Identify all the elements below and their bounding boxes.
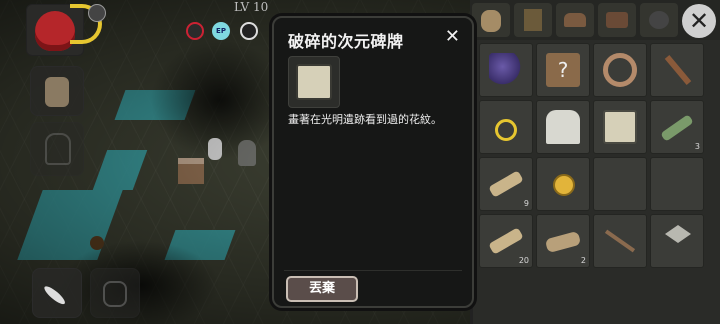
inventory-slot-8[interactable]: 3: [650, 100, 704, 154]
inventory-slot-1[interactable]: [479, 43, 533, 97]
moon-phase-icon: [88, 4, 106, 22]
inventory-slot-6[interactable]: [536, 100, 590, 154]
inventory-tabs-bar: ✕: [470, 0, 720, 40]
inventory-panel: ? 3 9 20 2: [470, 40, 720, 324]
inventory-slot-14[interactable]: 2: [536, 214, 590, 268]
inventory-slot-9[interactable]: 9: [479, 157, 533, 211]
dialog-title: 破碎的次元碑牌: [288, 32, 404, 51]
dialog-divider: [284, 270, 462, 271]
straw-icon: [488, 170, 524, 198]
broken-tablet-icon: [296, 64, 332, 100]
glove-icon: [103, 281, 127, 307]
scarecrow-icon: [524, 9, 542, 31]
sanity-stat-icon: [240, 22, 258, 40]
body-slot-icon: [45, 133, 71, 165]
straw-icon: [488, 227, 524, 255]
feather-icon: [42, 283, 68, 307]
mystery-recipe-icon: ?: [546, 53, 580, 87]
inventory-close-button[interactable]: ✕: [682, 4, 716, 38]
energy-stat-icon: EP: [212, 22, 230, 40]
dialog-close-button[interactable]: ✕: [445, 26, 460, 47]
backpack-icon: [45, 77, 69, 107]
inventory-slot-3[interactable]: [593, 43, 647, 97]
inventory-slot-4[interactable]: [650, 43, 704, 97]
tab-hat[interactable]: [556, 3, 594, 37]
inventory-slot-15[interactable]: [593, 214, 647, 268]
red-beast-avatar-icon: [35, 11, 75, 51]
inventory-slot-7[interactable]: [593, 100, 647, 154]
grass-bundle-icon: [660, 114, 694, 142]
inventory-slot-2[interactable]: ?: [536, 43, 590, 97]
inventory-slot-10[interactable]: [536, 157, 590, 211]
inventory-slot-12[interactable]: [650, 157, 704, 211]
grapes-icon: [489, 53, 523, 87]
log-icon: [544, 230, 582, 254]
axe-icon: [665, 225, 691, 243]
broken-tablet-icon: [603, 110, 637, 144]
ring-with-ribbon-icon: [495, 119, 517, 141]
mechanical-part-icon: [603, 53, 637, 87]
creature-icon: [649, 11, 669, 29]
item-description: 畫著在光明遺跡看到過的花紋。: [288, 113, 442, 126]
shovel-icon: [664, 55, 692, 85]
inventory-slot-11[interactable]: [593, 157, 647, 211]
level-label: LV 10: [234, 0, 269, 14]
quick-slot-feather[interactable]: [32, 268, 82, 318]
inventory-slot-13[interactable]: 20: [479, 214, 533, 268]
discard-button[interactable]: 丟棄: [286, 276, 358, 302]
white-cloak-icon: [546, 110, 580, 144]
health-stat-icon: [186, 22, 204, 40]
item-detail-dialog: 破碎的次元碑牌 ✕ 畫著在光明遺跡看到過的花紋。 丟棄: [272, 16, 474, 308]
tab-scarecrow[interactable]: [514, 3, 552, 37]
inventory-slot-5[interactable]: [479, 100, 533, 154]
item-preview: [288, 56, 340, 108]
wooden-stick-icon: [604, 229, 636, 253]
tab-chest[interactable]: [598, 3, 636, 37]
inventory-grid: ? 3 9 20 2: [479, 43, 704, 268]
quick-slot-glove[interactable]: [90, 268, 140, 318]
tab-creature[interactable]: [640, 3, 678, 37]
gold-coin-icon: [553, 174, 575, 196]
inventory-slot-16[interactable]: [650, 214, 704, 268]
tab-sack[interactable]: [472, 3, 510, 37]
chest-icon: [606, 12, 628, 28]
sack-icon: [481, 10, 501, 32]
hat-icon: [564, 13, 586, 27]
equip-slot-backpack[interactable]: [30, 66, 84, 116]
equip-slot-body[interactable]: [30, 122, 84, 176]
